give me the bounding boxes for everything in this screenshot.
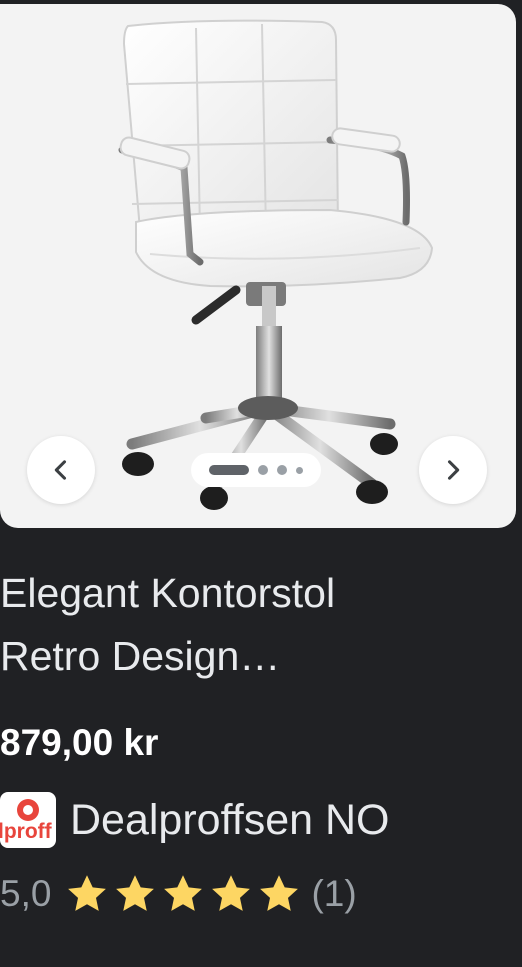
review-count[interactable]: (1): [311, 873, 356, 915]
product-title-line-1: Elegant Kontorstol: [0, 570, 336, 616]
product-price: 879,00 kr: [0, 722, 159, 763]
star-icon: [68, 875, 107, 911]
star-icon: [164, 875, 203, 911]
carousel-pagination: [191, 453, 321, 487]
star-icon: [116, 875, 155, 911]
seller-name[interactable]: Dealproffsen NO: [70, 792, 389, 848]
product-title-line-2: Retro Design…: [0, 633, 281, 679]
rating-value: 5,0: [0, 873, 52, 914]
rating-stars: [65, 872, 301, 916]
carousel-next-button[interactable]: [419, 436, 487, 504]
carousel-prev-button[interactable]: [27, 436, 95, 504]
chevron-right-icon: [447, 460, 460, 480]
star-icon: [212, 875, 251, 911]
product-card[interactable]: Elegant Kontorstol Retro Design… 879,00 …: [0, 0, 522, 967]
carousel-dot[interactable]: [258, 465, 268, 475]
seller-logo-text: lproff: [0, 820, 53, 843]
product-image-frame[interactable]: [0, 4, 516, 528]
product-title[interactable]: Elegant Kontorstol Retro Design…: [0, 562, 500, 688]
product-rating[interactable]: 5,0 (1): [0, 868, 357, 920]
seller-info[interactable]: lproff Dealproffsen NO: [0, 792, 389, 848]
dealproffsen-logo-icon: lproff: [0, 792, 56, 848]
carousel-dot-active[interactable]: [209, 465, 249, 475]
carousel-dot[interactable]: [296, 466, 303, 474]
chevron-left-icon: [54, 460, 67, 480]
carousel-dot[interactable]: [277, 465, 287, 475]
star-icon: [260, 875, 299, 911]
